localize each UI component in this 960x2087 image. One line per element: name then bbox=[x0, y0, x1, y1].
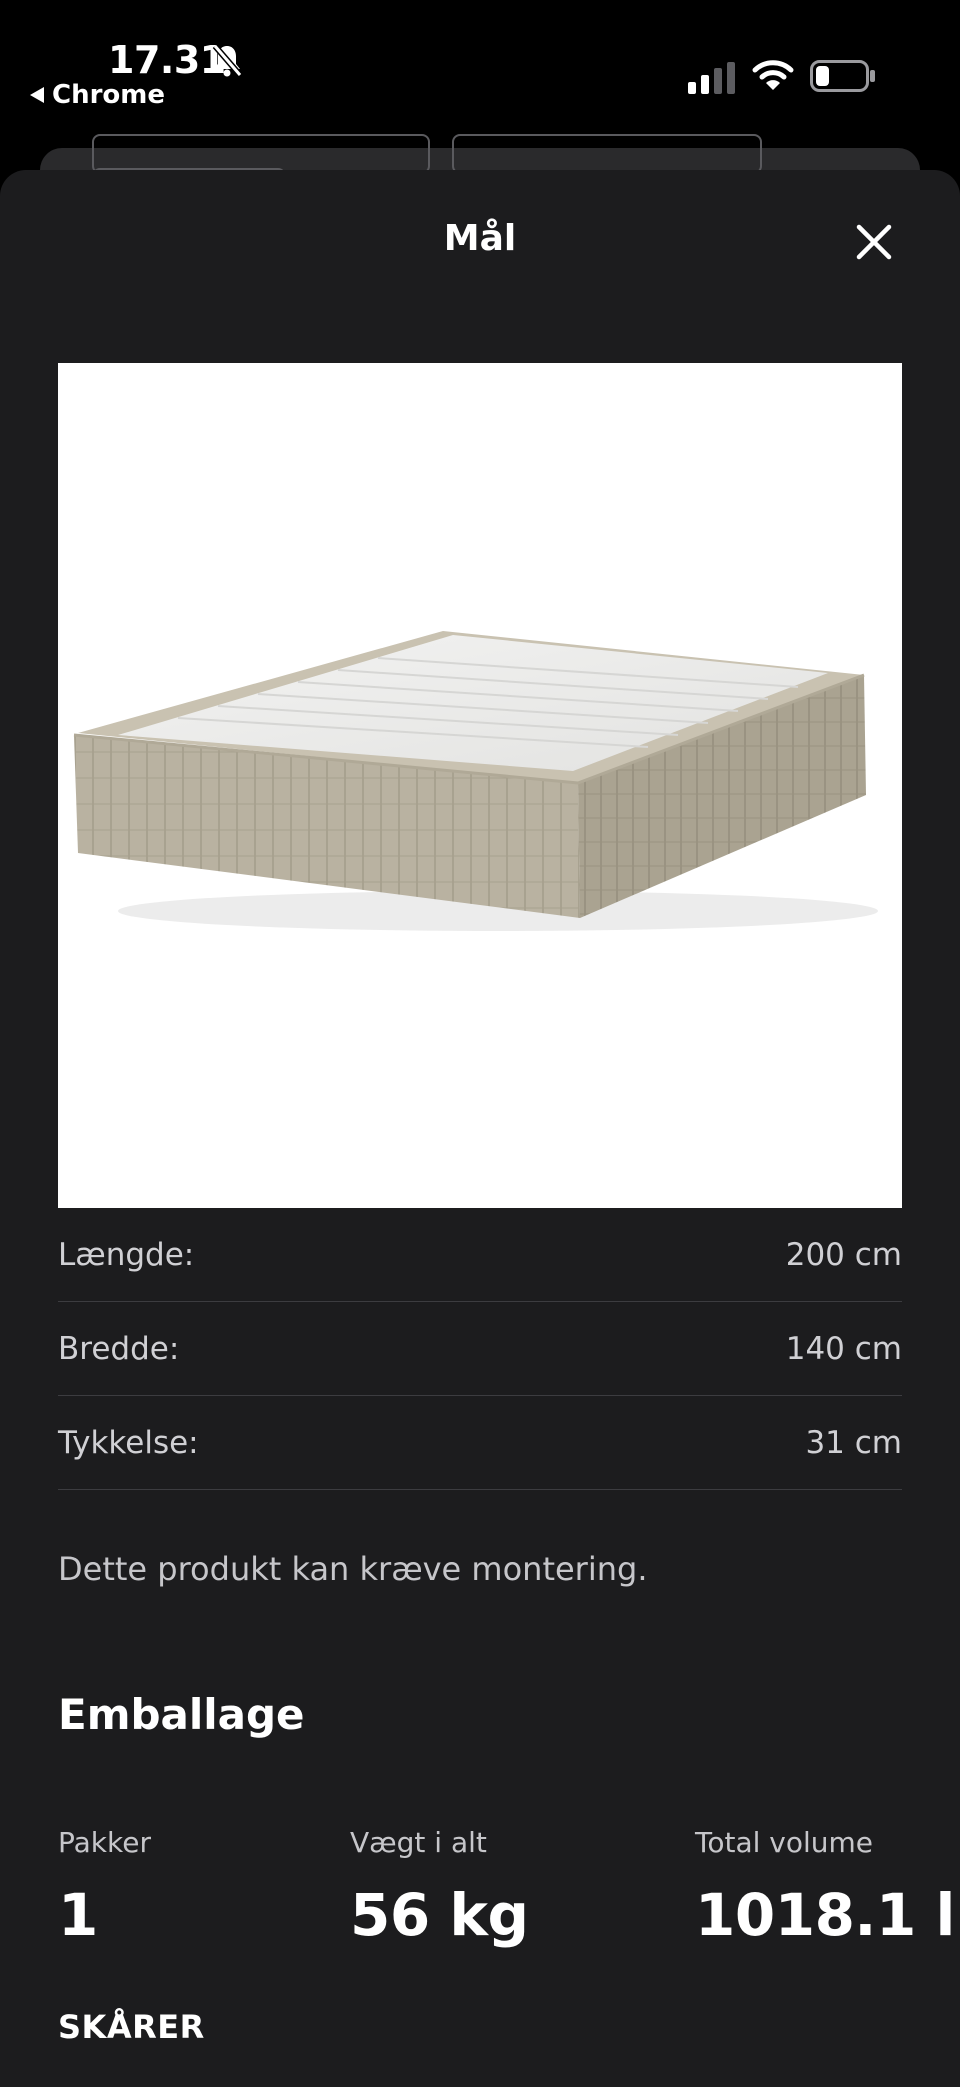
dimension-row-thickness: Tykkelse: 31 cm bbox=[58, 1396, 902, 1490]
packaging-label: Total volume bbox=[695, 1826, 874, 1859]
packaging-weight: Vægt i alt 56 kg bbox=[350, 1826, 529, 1949]
assembly-note: Dette produkt kan kræve montering. bbox=[58, 1550, 648, 1588]
dimension-label: Bredde: bbox=[58, 1330, 180, 1367]
product-image bbox=[58, 363, 902, 1208]
packaging-volume: Total volume 1018.1 l bbox=[695, 1826, 955, 1949]
packaging-value: 56 kg bbox=[350, 1881, 529, 1949]
packaging-value: 1 bbox=[58, 1881, 98, 1949]
status-time: 17.31 bbox=[108, 38, 226, 82]
dimension-value: 140 cm bbox=[785, 1330, 902, 1367]
dimensions-sheet: Mål Længde: 200 cm Bredde: 140 cm Tykkel… bbox=[0, 170, 960, 2087]
sheet-title: Mål bbox=[443, 218, 517, 259]
dimension-row-length: Længde: 200 cm bbox=[58, 1208, 902, 1302]
packaging-label: Pakker bbox=[58, 1826, 151, 1859]
packaging-label: Vægt i alt bbox=[350, 1826, 487, 1859]
packaging-packages: Pakker 1 bbox=[58, 1826, 151, 1949]
packaging-heading: Emballage bbox=[58, 1690, 305, 1739]
close-icon[interactable] bbox=[848, 216, 900, 268]
battery-icon bbox=[810, 60, 875, 92]
dimension-row-width: Bredde: 140 cm bbox=[58, 1302, 902, 1396]
back-to-app-button[interactable]: Chrome bbox=[30, 80, 165, 110]
dimension-label: Tykkelse: bbox=[58, 1424, 199, 1461]
back-app-label: Chrome bbox=[52, 80, 166, 110]
wifi-icon bbox=[752, 60, 794, 90]
next-section-heading: SKÅRER bbox=[58, 2008, 205, 2046]
dimension-value: 200 cm bbox=[785, 1236, 902, 1273]
dimension-label: Længde: bbox=[58, 1236, 195, 1273]
status-bar: 17.31 Chrome bbox=[0, 0, 960, 140]
back-arrow-icon bbox=[30, 87, 44, 103]
background-chip bbox=[452, 134, 762, 174]
cellular-signal-icon bbox=[688, 62, 735, 94]
bell-muted-icon bbox=[212, 44, 243, 77]
packaging-value: 1018.1 l bbox=[695, 1881, 955, 1949]
box-spring-illustration bbox=[73, 631, 878, 931]
dimension-value: 31 cm bbox=[805, 1424, 902, 1461]
